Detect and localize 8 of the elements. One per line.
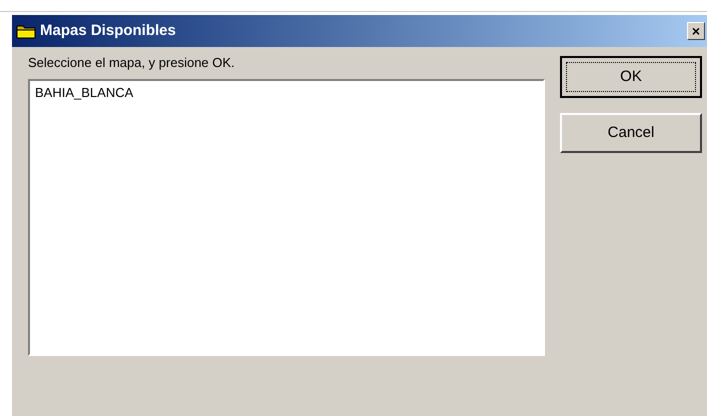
folder-icon xyxy=(16,23,36,39)
ok-button[interactable]: OK xyxy=(560,56,702,98)
prompt-text: Seleccione el mapa, y presione OK. xyxy=(28,54,236,72)
cancel-button[interactable]: Cancel xyxy=(560,113,702,153)
map-list[interactable]: BAHIA_BLANCA xyxy=(28,78,545,356)
map-list-item[interactable]: BAHIA_BLANCA xyxy=(32,82,541,102)
window-title: Mapas Disponibles xyxy=(40,20,176,41)
close-button[interactable]: × xyxy=(687,22,705,40)
